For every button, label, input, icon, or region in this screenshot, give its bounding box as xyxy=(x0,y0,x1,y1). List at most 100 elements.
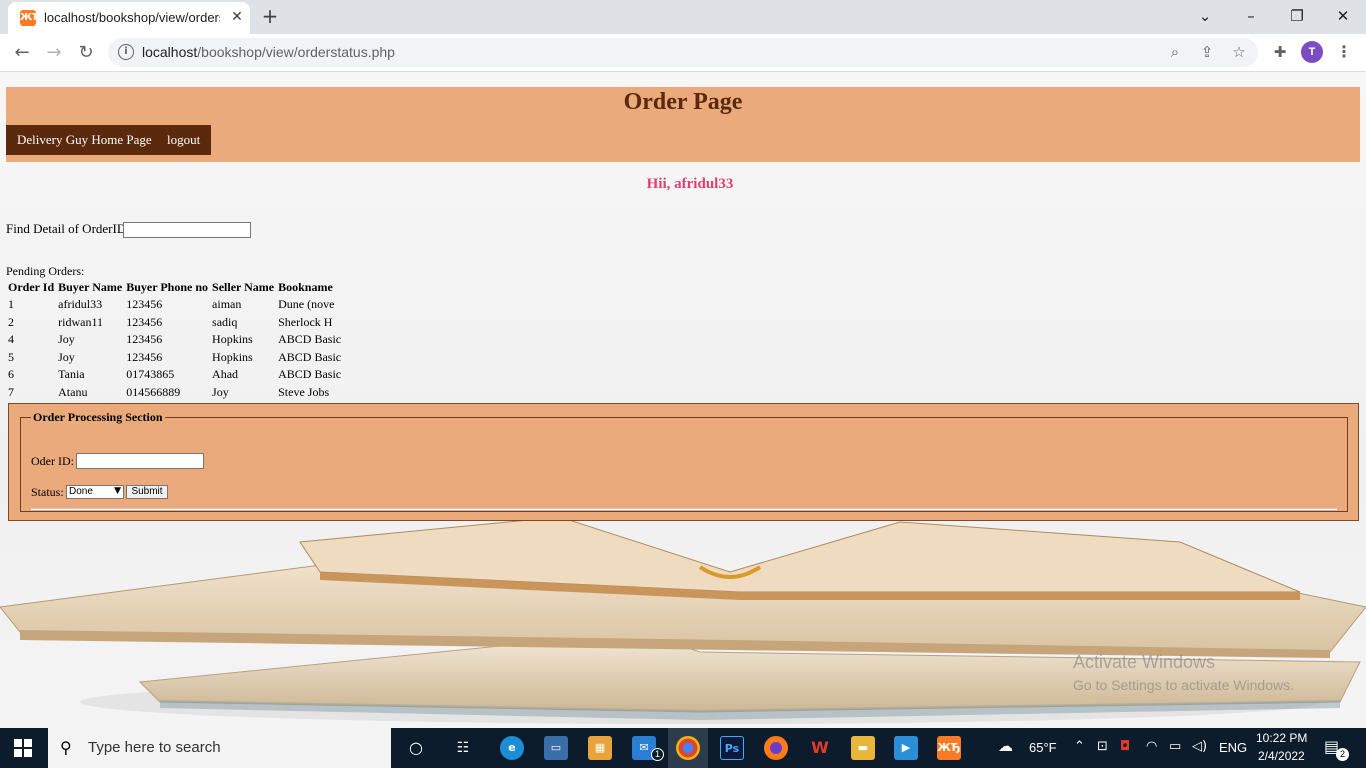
table-cell: 6 xyxy=(8,367,14,382)
forward-icon[interactable]: → xyxy=(42,41,66,65)
wps-office-icon[interactable]: W xyxy=(808,736,832,760)
table-cell: 4 xyxy=(8,332,14,347)
taskbar-search-box[interactable]: ⚲ Type here to search xyxy=(48,728,391,768)
table-cell: ABCD Basic xyxy=(278,332,342,347)
page-title: Order Page xyxy=(623,89,743,115)
find-order-row: Find Detail of OrderID: xyxy=(6,221,251,238)
pending-orders-label: Pending Orders: xyxy=(6,264,85,278)
site-info-icon[interactable]: i xyxy=(118,44,134,60)
url-text[interactable]: localhost/bookshop/view/orderstatus.php xyxy=(142,44,395,60)
meet-now-icon[interactable]: ⊡ xyxy=(1097,739,1108,754)
table-cell: Ahad xyxy=(212,367,239,382)
column-header: Buyer Phone no xyxy=(126,280,209,294)
status-selected-value: Done xyxy=(69,486,93,497)
search-icon: ⚲ xyxy=(60,738,72,757)
status-select[interactable]: Done ▼ xyxy=(66,485,124,499)
table-cell: 123456 xyxy=(126,332,163,347)
order-processing-legend: Order Processing Section xyxy=(33,410,163,424)
weather-cloud-icon[interactable]: ☁ xyxy=(998,737,1013,755)
tray-chevron-up-icon[interactable]: ⌃ xyxy=(1074,739,1085,754)
window-close-icon[interactable]: ✕ xyxy=(1328,4,1358,28)
status-label: Status: xyxy=(31,485,64,499)
store-icon[interactable]: ▦ xyxy=(588,736,612,760)
reload-icon[interactable]: ↻ xyxy=(74,41,98,65)
browser-tab-strip: ЖЂ localhost/bookshop/view/orderstatus.p… xyxy=(0,0,1366,34)
column-header: Buyer Name xyxy=(58,280,123,294)
table-row: 2 ridwan11 123456 sadiq Sherlock H xyxy=(6,314,343,332)
table-cell: 123456 xyxy=(126,349,163,364)
tab-search-chevron-icon[interactable]: ⌄ xyxy=(1190,4,1220,28)
tab-close-icon[interactable]: ✕ xyxy=(228,8,246,26)
new-tab-icon[interactable]: + xyxy=(259,5,281,27)
xampp-icon[interactable]: ЖЂ xyxy=(937,736,961,760)
clock-date[interactable]: 2/4/2022 xyxy=(1258,749,1305,763)
volume-icon[interactable]: ◁) xyxy=(1192,739,1207,754)
edge-icon[interactable]: e xyxy=(500,736,524,760)
table-row: 7 Atanu 014566889 Joy Steve Jobs xyxy=(6,384,343,402)
profile-avatar[interactable]: T xyxy=(1301,41,1323,63)
table-cell: Joy xyxy=(212,384,229,399)
table-cell: 2 xyxy=(8,314,14,329)
order-processing-fieldset: Order Processing Section Oder ID: Status… xyxy=(20,410,1348,512)
firefox-icon[interactable] xyxy=(764,736,788,760)
logout-link[interactable]: logout xyxy=(156,125,212,155)
browser-menu-icon[interactable]: ⋮ xyxy=(1334,41,1354,63)
zoom-icon[interactable]: ⌕ xyxy=(1165,42,1185,62)
task-view-icon[interactable]: ☷ xyxy=(451,736,475,760)
table-cell: 1 xyxy=(8,297,14,312)
network-pc-icon[interactable]: ▭ xyxy=(544,736,568,760)
share-icon[interactable]: ⇪ xyxy=(1197,42,1217,62)
minimize-icon[interactable]: – xyxy=(1236,4,1266,28)
antivirus-icon[interactable]: ◘ xyxy=(1120,739,1130,754)
order-id-input[interactable] xyxy=(76,453,204,469)
status-row: Status: Done ▼ Submit xyxy=(31,485,168,500)
url-path: /bookshop/view/orderstatus.php xyxy=(197,44,395,60)
video-player-icon[interactable]: ▶ xyxy=(894,736,918,760)
table-row: 1 afridul33 123456 aiman Dune (nove xyxy=(6,296,343,314)
back-icon[interactable]: ← xyxy=(10,41,34,65)
address-bar[interactable]: i localhost/bookshop/view/orderstatus.ph… xyxy=(108,38,1258,67)
order-id-row: Oder ID: xyxy=(31,453,204,469)
battery-icon[interactable]: ▭ xyxy=(1169,739,1181,754)
windows-start-icon[interactable] xyxy=(14,739,32,757)
restore-icon[interactable]: ❐ xyxy=(1282,4,1312,28)
browser-toolbar: ← → ↻ i localhost/bookshop/view/ordersta… xyxy=(0,34,1366,72)
wifi-icon[interactable]: ◠ xyxy=(1146,739,1157,754)
chevron-down-icon: ▼ xyxy=(114,486,121,496)
table-cell: Hopkins xyxy=(212,349,253,364)
table-cell: 014566889 xyxy=(126,384,181,399)
delivery-home-link[interactable]: Delivery Guy Home Page xyxy=(6,125,163,155)
notification-count-badge: 2 xyxy=(1336,748,1349,761)
extensions-puzzle-icon[interactable]: ✚ xyxy=(1270,42,1290,62)
windows-taskbar: ⚲ Type here to search ○ ☷ e ▭ ▦ ✉ 1 Ps W… xyxy=(0,728,1366,768)
file-explorer-icon[interactable]: ▬ xyxy=(851,736,875,760)
language-indicator[interactable]: ENG xyxy=(1219,740,1247,755)
table-row: 4 Joy 123456 Hopkins ABCD Basic xyxy=(6,331,343,349)
page-viewport: Order Page Delivery Guy Home Page logout… xyxy=(0,72,1366,728)
table-header-row: Order Id Buyer Name Buyer Phone no Selle… xyxy=(6,279,343,296)
photoshop-icon[interactable]: Ps xyxy=(720,736,744,760)
table-cell: ABCD Basic xyxy=(278,349,342,364)
table-cell: 123456 xyxy=(126,297,163,312)
browser-tab[interactable]: ЖЂ localhost/bookshop/view/orderstatus.p… xyxy=(8,2,250,34)
bookmark-star-icon[interactable]: ☆ xyxy=(1229,42,1249,62)
tab-title: localhost/bookshop/view/orderstatus.php xyxy=(44,10,220,25)
column-header: Bookname xyxy=(278,280,333,294)
clock-time[interactable]: 10:22 PM xyxy=(1256,731,1307,745)
table-cell: ridwan11 xyxy=(58,314,104,329)
find-order-label: Find Detail of OrderID: xyxy=(6,221,130,236)
weather-temperature[interactable]: 65°F xyxy=(1029,740,1057,755)
table-cell: 7 xyxy=(8,384,14,399)
chrome-icon[interactable] xyxy=(676,736,700,760)
table-cell: 123456 xyxy=(126,314,163,329)
activate-windows-subtitle: Go to Settings to activate Windows. xyxy=(1073,677,1294,693)
find-order-id-input[interactable] xyxy=(123,222,251,238)
table-cell: 01743865 xyxy=(126,367,175,382)
table-cell: Joy xyxy=(58,349,75,364)
table-cell: Sherlock H xyxy=(278,314,333,329)
table-cell: Joy xyxy=(58,332,75,347)
submit-button[interactable]: Submit xyxy=(126,485,168,499)
cortana-icon[interactable]: ○ xyxy=(404,736,428,760)
table-cell: aiman xyxy=(212,297,242,312)
open-books-background-image xyxy=(0,516,1366,724)
